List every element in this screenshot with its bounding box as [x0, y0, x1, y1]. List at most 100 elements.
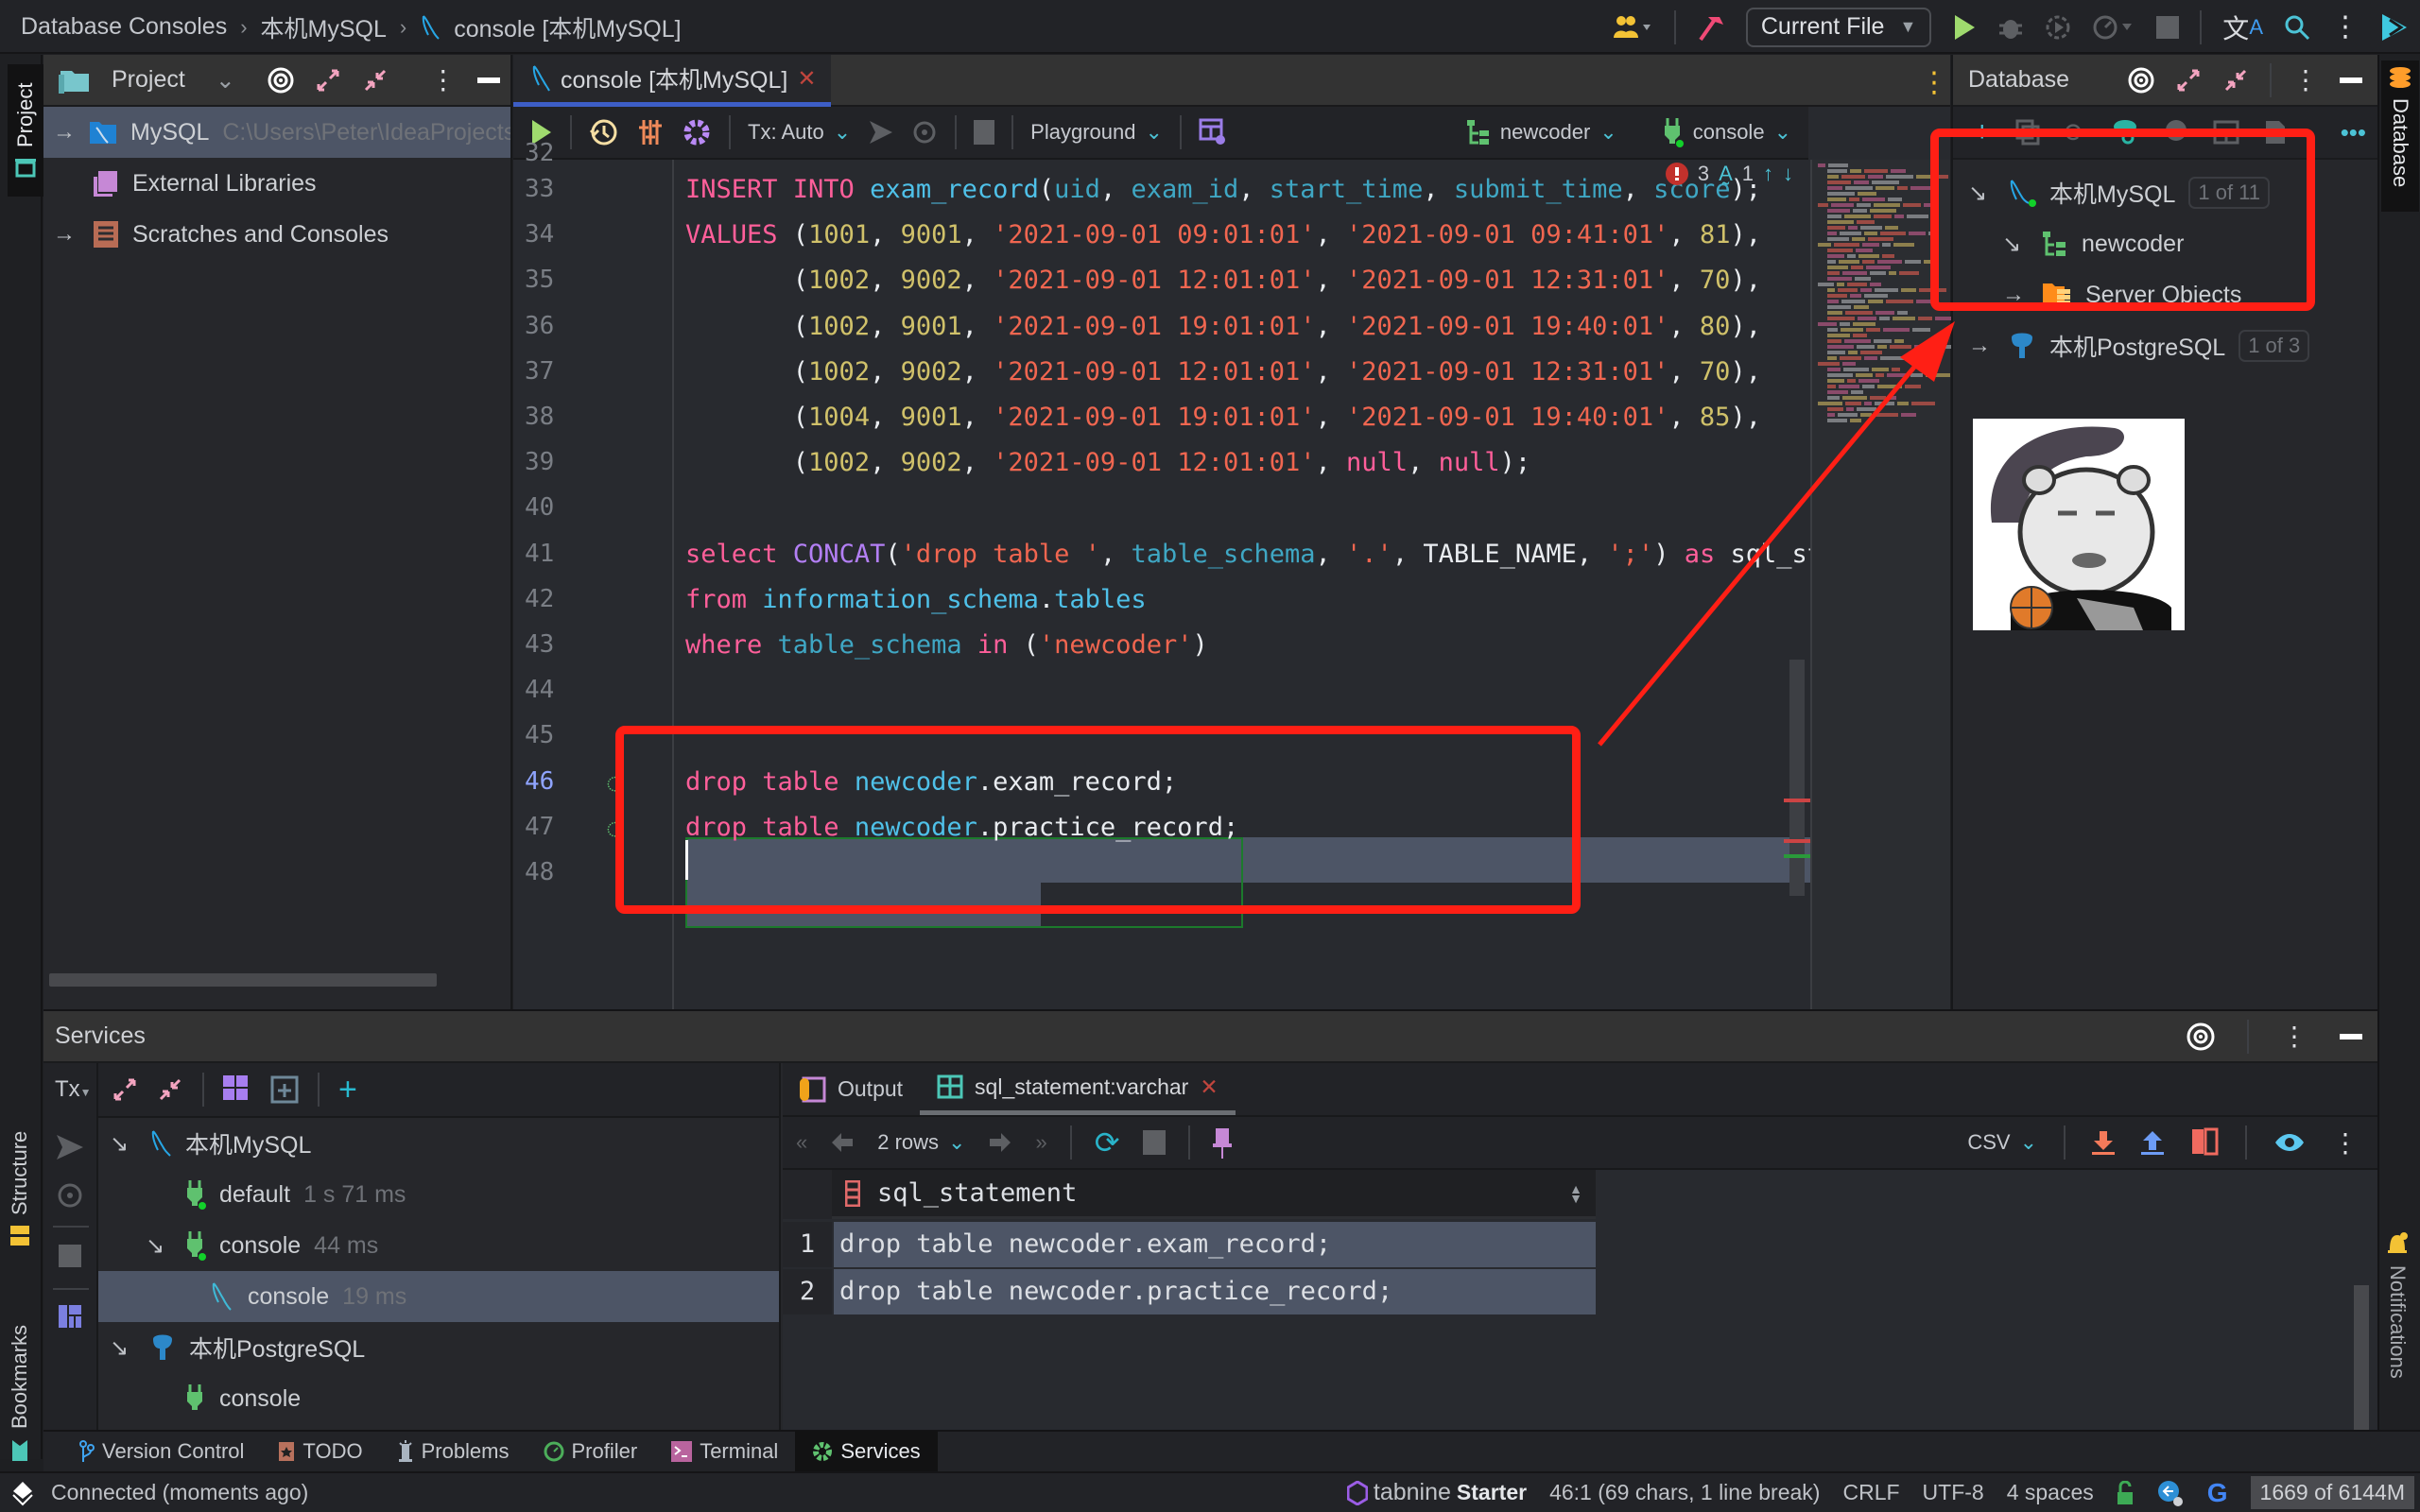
- build-hammer-icon[interactable]: [1697, 13, 1725, 42]
- submit-arrow-icon[interactable]: [868, 119, 894, 146]
- import-upload-icon[interactable]: [2141, 1129, 2164, 1156]
- stop-icon[interactable]: [974, 120, 995, 145]
- caret-position[interactable]: 46:1 (69 chars, 1 line break): [1549, 1480, 1820, 1505]
- unlock-icon[interactable]: [2117, 1480, 2134, 1505]
- project-tree-item-external-libraries[interactable]: External Libraries: [43, 158, 510, 209]
- panel-title[interactable]: Project: [112, 66, 185, 94]
- schema-select[interactable]: newcoder ⌄: [1466, 119, 1617, 146]
- group-by-icon[interactable]: [223, 1075, 251, 1104]
- file-encoding[interactable]: UTF-8: [1923, 1480, 1984, 1505]
- first-page-icon[interactable]: «: [796, 1130, 807, 1155]
- more-vertical-icon[interactable]: ⋮: [430, 64, 457, 95]
- expand-arrow-icon[interactable]: →: [53, 119, 76, 146]
- chevron-down-icon[interactable]: ⌄: [216, 66, 235, 94]
- layers-icon[interactable]: [11, 1480, 34, 1506]
- next-highlight-icon[interactable]: ↓: [1783, 162, 1793, 186]
- gear-icon[interactable]: [682, 117, 712, 147]
- run-configuration-select[interactable]: Current File ▼: [1745, 7, 1932, 47]
- hide-panel-icon[interactable]: [476, 77, 500, 83]
- previous-highlight-icon[interactable]: ↑: [1763, 162, 1773, 186]
- breadcrumb-item[interactable]: console [本机MySQL]: [454, 10, 681, 44]
- stop-icon[interactable]: [1142, 1130, 1166, 1155]
- service-item-console-session[interactable]: console 19 ms: [98, 1271, 779, 1322]
- tab-console[interactable]: console [本机MySQL] ✕: [513, 55, 831, 107]
- service-item-mysql[interactable]: ↘ 本机MySQL: [98, 1118, 779, 1169]
- page-size-select[interactable]: 2 rows ⌄: [877, 1130, 965, 1155]
- expand-all-icon[interactable]: [2175, 67, 2202, 94]
- more-vertical-icon[interactable]: ⋮: [2292, 64, 2319, 95]
- service-item-default[interactable]: default 1 s 71 ms: [98, 1169, 779, 1220]
- run-with-coverage-icon[interactable]: [2045, 14, 2071, 41]
- db-tree-item-postgresql[interactable]: → 本机PostgreSQL 1 of 3: [1953, 320, 2377, 371]
- memory-indicator[interactable]: 1669 of 6144M: [2250, 1476, 2414, 1509]
- compare-icon[interactable]: [2190, 1127, 2219, 1158]
- add-service-icon[interactable]: +: [338, 1072, 357, 1108]
- tool-window-notifications[interactable]: Notifications: [2385, 1231, 2410, 1458]
- locate-target-icon[interactable]: [2128, 67, 2154, 94]
- tool-window-project[interactable]: Project: [8, 64, 43, 197]
- submit-arrow-icon[interactable]: [55, 1133, 85, 1161]
- new-tab-icon[interactable]: [270, 1075, 299, 1104]
- close-tab-icon[interactable]: ✕: [797, 65, 816, 93]
- tab-sql-statement-result[interactable]: sql_statement:varchar ✕: [920, 1063, 1236, 1115]
- google-icon[interactable]: G: [2207, 1478, 2228, 1508]
- grid-cell[interactable]: drop table newcoder.practice_record;: [834, 1269, 1596, 1314]
- tab-output[interactable]: Output: [783, 1063, 920, 1115]
- rollback-icon[interactable]: [57, 1182, 83, 1209]
- grid-column-header[interactable]: sql_statement ▲ ▼: [832, 1170, 1596, 1219]
- rollback-icon[interactable]: [911, 119, 938, 146]
- locate-target-icon[interactable]: [2187, 1022, 2215, 1051]
- jetbrains-ai-icon[interactable]: [2380, 12, 2409, 43]
- tooltab-version-control[interactable]: Version Control: [62, 1431, 261, 1472]
- stop-icon[interactable]: [59, 1245, 81, 1267]
- project-tree-item-scratches[interactable]: → Scratches and Consoles: [43, 209, 510, 260]
- row-number[interactable]: 1: [783, 1222, 832, 1267]
- debug-bug-icon[interactable]: [1997, 14, 2024, 41]
- expand-arrow-icon[interactable]: →: [1968, 333, 1995, 359]
- locate-target-icon[interactable]: [268, 67, 294, 94]
- tooltab-profiler[interactable]: Profiler: [527, 1431, 655, 1472]
- view-eye-icon[interactable]: [2273, 1131, 2306, 1154]
- inspection-widget[interactable]: 3 A̰ 1 ↑ ↓: [1665, 162, 1793, 186]
- tool-window-database[interactable]: Database: [2381, 60, 2419, 212]
- sort-icon[interactable]: ▲ ▼: [1569, 1182, 1582, 1205]
- breadcrumb-item[interactable]: Database Consoles: [21, 13, 227, 41]
- close-tab-icon[interactable]: ✕: [1200, 1074, 1218, 1100]
- more-horizontal-icon[interactable]: •••: [2341, 118, 2366, 147]
- cloud-settings-icon[interactable]: [2156, 1479, 2185, 1507]
- session-select[interactable]: console ⌄: [1663, 117, 1791, 147]
- history-icon[interactable]: [589, 117, 619, 147]
- last-page-icon[interactable]: »: [1035, 1130, 1046, 1155]
- expand-all-icon[interactable]: [315, 67, 341, 94]
- tooltab-problems[interactable]: Problems: [380, 1431, 527, 1472]
- profiler-icon[interactable]: [2092, 14, 2135, 41]
- grid-cell[interactable]: drop table newcoder.exam_record;: [834, 1222, 1596, 1267]
- service-item-postgresql-console[interactable]: console: [98, 1373, 779, 1424]
- export-format-select[interactable]: CSV ⌄: [1967, 1130, 2037, 1155]
- layout-icon[interactable]: [59, 1305, 81, 1328]
- collapse-all-icon[interactable]: [2222, 67, 2249, 94]
- expand-all-icon[interactable]: [112, 1076, 138, 1103]
- line-separator[interactable]: CRLF: [1842, 1480, 1899, 1505]
- collapse-all-icon[interactable]: [362, 67, 389, 94]
- next-page-icon[interactable]: [988, 1131, 1012, 1154]
- horizontal-scrollbar[interactable]: [49, 973, 437, 987]
- table-settings-icon[interactable]: [1199, 118, 1227, 146]
- tooltab-todo[interactable]: TODO: [261, 1431, 379, 1472]
- transaction-mode-select[interactable]: Tx: Auto ⌄: [748, 120, 851, 145]
- hide-panel-icon[interactable]: [2340, 1033, 2362, 1040]
- breadcrumb-item[interactable]: 本机MySQL: [261, 10, 387, 44]
- collapse-arrow-icon[interactable]: ↘: [110, 1334, 136, 1362]
- run-icon[interactable]: [1952, 13, 1977, 42]
- pin-tab-icon[interactable]: [1212, 1126, 1232, 1159]
- service-item-postgresql[interactable]: ↘ 本机PostgreSQL: [98, 1322, 779, 1373]
- settings-sliders-icon[interactable]: [636, 118, 665, 146]
- stop-icon[interactable]: [2156, 15, 2180, 39]
- tool-window-bookmarks[interactable]: Bookmarks: [8, 1264, 32, 1463]
- transaction-control[interactable]: Tx▼: [55, 1076, 92, 1103]
- more-vertical-icon[interactable]: ⋮: [2332, 1127, 2359, 1159]
- status-message[interactable]: Connected (moments ago): [51, 1480, 308, 1505]
- tool-window-structure[interactable]: Structure: [8, 1085, 32, 1246]
- previous-page-icon[interactable]: [830, 1131, 855, 1154]
- search-icon[interactable]: [2284, 14, 2310, 41]
